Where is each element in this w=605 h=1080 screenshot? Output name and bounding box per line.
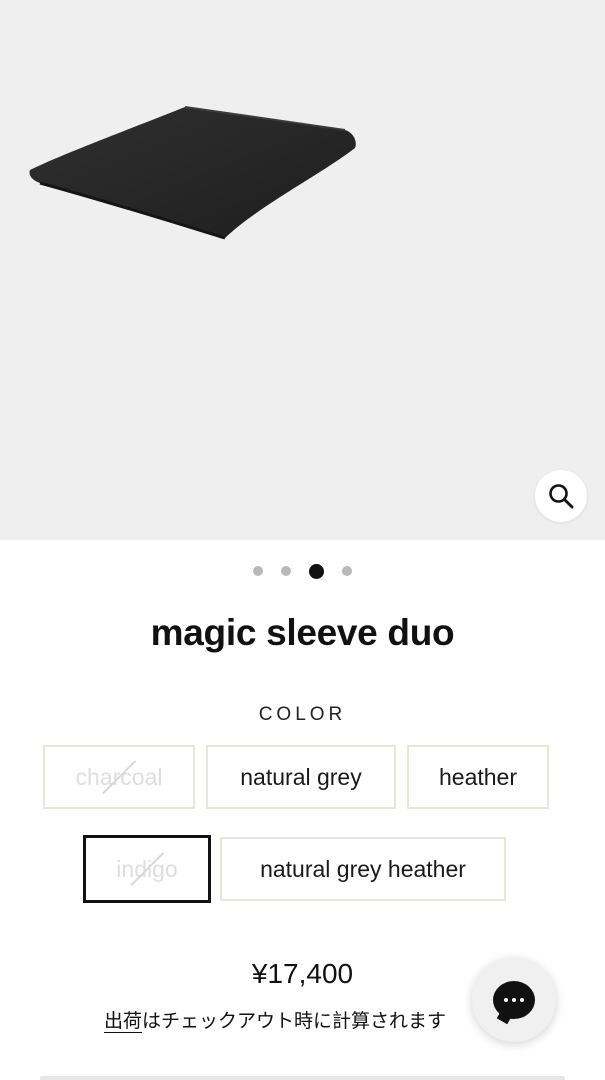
color-option-natural-grey-heather[interactable]: natural grey heather [220,837,506,901]
product-page: magic sleeve duo COLOR charcoal natural … [0,0,605,1080]
zoom-button[interactable] [535,470,587,522]
bottom-edge [40,1076,565,1080]
shipping-note-text: はチェックアウト時に計算されます [142,1011,447,1032]
color-option-label: heather [438,763,517,790]
product-gallery[interactable] [0,0,605,540]
product-image [29,106,356,240]
chat-icon [493,981,535,1019]
color-option-indigo[interactable]: indigo [83,835,211,903]
carousel-pagination [0,562,605,580]
carousel-dot-3[interactable] [309,563,324,579]
color-option-label: natural grey [240,763,362,790]
search-icon [549,484,574,509]
color-option-label: indigo [116,855,178,882]
carousel-dot-2[interactable] [281,566,291,576]
color-option-label: natural grey heather [260,855,466,882]
carousel-dot-1[interactable] [253,566,263,576]
product-title: magic sleeve duo [150,612,455,653]
shipping-note: 出荷はチェックアウト時に計算されます [104,1006,504,1033]
color-option-charcoal[interactable]: charcoal [43,745,195,809]
color-option-natural-grey[interactable]: natural grey [206,745,396,809]
color-option-heather[interactable]: heather [407,745,549,809]
carousel-dot-4[interactable] [342,566,352,576]
color-option-label: charcoal [75,763,163,790]
shipping-link[interactable]: 出荷 [104,1011,143,1033]
color-label: COLOR [258,704,347,725]
chat-button[interactable] [472,958,556,1042]
